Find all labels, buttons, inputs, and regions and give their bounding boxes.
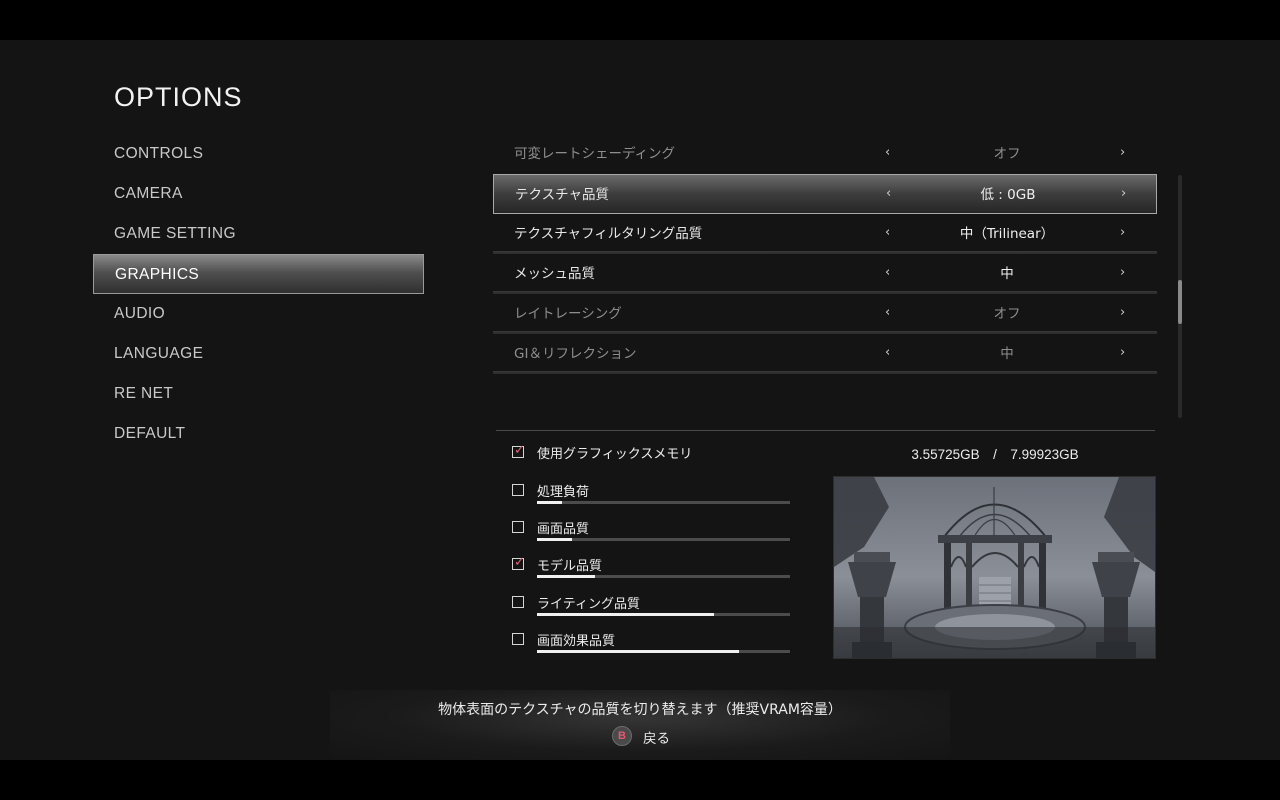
load-label: 処理負荷 bbox=[537, 485, 590, 500]
arrow-right-icon[interactable]: › bbox=[1120, 334, 1125, 372]
setting-value: オフ bbox=[993, 146, 1021, 162]
arrow-right-icon[interactable]: › bbox=[1120, 254, 1125, 292]
setting-row-ray-tracing[interactable]: レイトレーシング ‹ オフ › bbox=[493, 294, 1157, 334]
setting-row-variable-rate-shading[interactable]: 可変レートシェーディング ‹ オフ › bbox=[493, 134, 1157, 174]
load-label: 画面品質 bbox=[537, 522, 590, 537]
arrow-left-icon[interactable]: ‹ bbox=[885, 134, 890, 172]
setting-row-texture-quality[interactable]: テクスチャ品質 ‹ 低 : 0GB › bbox=[493, 174, 1157, 214]
check-icon: ✓ bbox=[514, 555, 525, 570]
arrow-left-icon[interactable]: ‹ bbox=[886, 175, 891, 213]
menu-item-graphics[interactable]: GRAPHICS bbox=[93, 254, 424, 294]
setting-value: オフ bbox=[993, 306, 1021, 322]
setting-row-texture-filtering[interactable]: テクスチャフィルタリング品質 ‹ 中（Trilinear） › bbox=[493, 214, 1157, 254]
menu-item-audio[interactable]: AUDIO bbox=[93, 294, 424, 334]
menu-item-game-setting[interactable]: GAME SETTING bbox=[93, 214, 424, 254]
help-text: 物体表面のテクスチャの品質を切り替えます（推奨VRAM容量） bbox=[438, 702, 842, 718]
load-label: モデル品質 bbox=[537, 559, 603, 574]
gazebo-scene-illustration bbox=[834, 477, 1155, 658]
arrow-left-icon[interactable]: ‹ bbox=[885, 254, 890, 292]
setting-row-mesh-quality[interactable]: メッシュ品質 ‹ 中 › bbox=[493, 254, 1157, 294]
load-checkbox[interactable] bbox=[512, 633, 524, 645]
arrow-right-icon[interactable]: › bbox=[1120, 134, 1125, 172]
load-checkbox[interactable] bbox=[512, 521, 524, 533]
arrow-left-icon[interactable]: ‹ bbox=[885, 334, 890, 372]
vram-readout: 3.55725GB / 7.99923GB bbox=[911, 447, 1079, 462]
menu-item-controls[interactable]: CONTROLS bbox=[93, 134, 424, 174]
load-label: ライティング品質 bbox=[537, 597, 640, 612]
load-label: 画面効果品質 bbox=[537, 634, 616, 649]
setting-value: 中 bbox=[1000, 346, 1014, 362]
menu-item-default[interactable]: DEFAULT bbox=[93, 414, 424, 454]
load-bar bbox=[537, 501, 790, 504]
screen: OPTIONS CONTROLS CAMERA GAME SETTING GRA… bbox=[0, 0, 1280, 800]
arrow-right-icon[interactable]: › bbox=[1121, 175, 1126, 213]
load-bar-fill bbox=[537, 613, 715, 616]
menu-item-language[interactable]: LANGUAGE bbox=[93, 334, 424, 374]
menu-item-camera[interactable]: CAMERA bbox=[93, 174, 424, 214]
arrow-left-icon[interactable]: ‹ bbox=[885, 294, 890, 332]
options-menu: CONTROLS CAMERA GAME SETTING GRAPHICS AU… bbox=[93, 134, 424, 454]
load-bar bbox=[537, 538, 790, 541]
arrow-left-icon[interactable]: ‹ bbox=[885, 214, 890, 252]
setting-label: 可変レートシェーディング bbox=[514, 146, 676, 162]
back-label: 戻る bbox=[643, 731, 670, 747]
load-bar bbox=[537, 613, 790, 616]
load-bar bbox=[537, 575, 790, 578]
load-checkbox[interactable] bbox=[512, 596, 524, 608]
arrow-right-icon[interactable]: › bbox=[1120, 214, 1125, 252]
setting-value: 低 : 0GB bbox=[980, 187, 1036, 203]
scrollbar-thumb[interactable] bbox=[1178, 280, 1182, 324]
vram-label: 使用グラフィックスメモリ bbox=[537, 447, 693, 462]
section-divider bbox=[496, 430, 1155, 431]
settings-scrollbar[interactable] bbox=[1178, 175, 1182, 418]
load-bar-fill bbox=[537, 501, 563, 504]
setting-label: レイトレーシング bbox=[514, 306, 622, 322]
load-bar-fill bbox=[537, 650, 740, 653]
load-bar-fill bbox=[537, 538, 573, 541]
preview-image bbox=[833, 476, 1156, 659]
b-button-icon[interactable]: B bbox=[612, 726, 632, 746]
load-bar-fill bbox=[537, 575, 596, 578]
menu-item-re-net[interactable]: RE NET bbox=[93, 374, 424, 414]
vram-checkbox[interactable]: ✓ bbox=[512, 443, 525, 458]
load-bar bbox=[537, 650, 790, 653]
page-title: OPTIONS bbox=[114, 82, 243, 112]
setting-label: テクスチャ品質 bbox=[515, 187, 609, 203]
check-icon: ✓ bbox=[514, 443, 525, 458]
load-checkbox[interactable] bbox=[512, 484, 524, 496]
setting-label: メッシュ品質 bbox=[514, 266, 595, 282]
footer-help: 物体表面のテクスチャの品質を切り替えます（推奨VRAM容量） B 戻る bbox=[330, 690, 950, 760]
setting-value: 中 bbox=[1000, 266, 1014, 282]
arrow-right-icon[interactable]: › bbox=[1120, 294, 1125, 332]
graphics-settings-list: 可変レートシェーディング ‹ オフ › テクスチャ品質 ‹ 低 : 0GB › … bbox=[493, 134, 1157, 374]
setting-row-gi-reflection[interactable]: GI＆リフレクション ‹ 中 › bbox=[493, 334, 1157, 374]
setting-label: テクスチャフィルタリング品質 bbox=[514, 226, 703, 242]
load-checkbox[interactable]: ✓ bbox=[512, 555, 525, 570]
setting-value: 中（Trilinear） bbox=[959, 226, 1055, 242]
setting-label: GI＆リフレクション bbox=[514, 346, 637, 362]
